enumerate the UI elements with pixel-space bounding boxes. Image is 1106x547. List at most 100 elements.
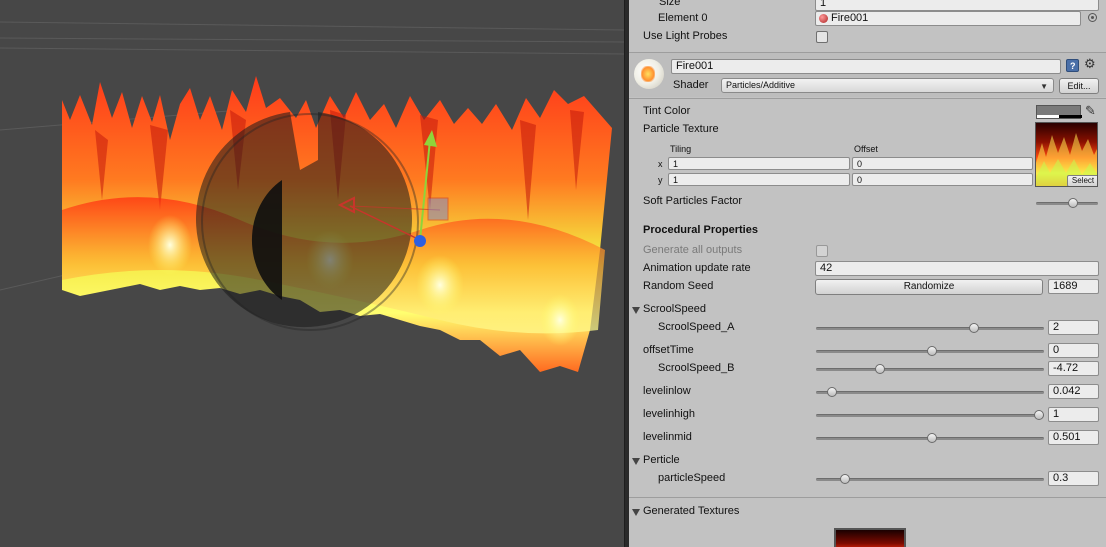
offset-y-field[interactable]: 0 xyxy=(852,173,1033,186)
tiling-y-field[interactable]: 1 xyxy=(668,173,850,186)
offset-label: Offset xyxy=(854,144,878,154)
particle-texture-label: Particle Texture xyxy=(643,123,719,135)
material-preview-icon xyxy=(634,59,664,89)
y-label: y xyxy=(658,175,663,185)
slider-row: levelinlow 0.042 xyxy=(629,383,1106,401)
slider-row: levelinmid 0.501 xyxy=(629,429,1106,447)
slider-thumb[interactable] xyxy=(826,387,837,397)
slider-thumb[interactable] xyxy=(927,346,938,356)
perticle-group[interactable]: Perticle xyxy=(629,452,1106,470)
slider-value-field[interactable]: 0.042 xyxy=(1048,384,1099,399)
material-name-field[interactable]: Fire001 xyxy=(671,59,1061,74)
scene-canvas[interactable] xyxy=(0,0,624,547)
offset-x-field[interactable]: 0 xyxy=(852,157,1033,170)
procedural-header: Procedural Properties xyxy=(643,224,758,236)
slider-thumb[interactable] xyxy=(874,364,885,374)
particle-texture-thumbnail[interactable]: Select xyxy=(1035,122,1098,187)
shader-value: Particles/Additive xyxy=(726,80,796,90)
light-probes-row: Use Light Probes xyxy=(629,28,1106,46)
slider-label: ScroolSpeed_B xyxy=(658,362,735,374)
slider-value-field[interactable]: 0 xyxy=(1048,343,1099,358)
slider-row: ScroolSpeed_B -4.72 xyxy=(629,360,1106,378)
scene-view[interactable] xyxy=(0,0,624,547)
chevron-down-icon: ▼ xyxy=(1040,82,1048,91)
slider-thumb[interactable] xyxy=(968,323,979,333)
slider-label: offsetTime xyxy=(643,344,694,356)
section-divider xyxy=(629,98,1106,99)
soft-particles-slider[interactable] xyxy=(1036,202,1098,205)
slider-track[interactable] xyxy=(816,368,1044,371)
slider-value-field[interactable]: -4.72 xyxy=(1048,361,1099,376)
gear-icon[interactable]: ⚙ xyxy=(1084,56,1096,72)
generated-textures-group[interactable]: Generated Textures xyxy=(629,503,1106,521)
generate-all-label: Generate all outputs xyxy=(643,244,743,256)
tint-color-swatch[interactable] xyxy=(1036,105,1082,119)
object-picker-icon[interactable] xyxy=(1088,13,1097,22)
gizmo-z-axis-icon[interactable] xyxy=(414,235,426,247)
soft-particles-slider-thumb[interactable] xyxy=(1068,198,1079,208)
help-book-icon[interactable]: ? xyxy=(1066,59,1079,72)
slider-thumb[interactable] xyxy=(1034,410,1044,420)
foldout-arrow-icon[interactable] xyxy=(632,458,640,465)
slider-track[interactable] xyxy=(816,478,1044,481)
random-seed-label: Random Seed xyxy=(643,280,714,292)
slider-thumb[interactable] xyxy=(839,474,850,484)
slider-track[interactable] xyxy=(816,414,1044,417)
slider-row: ScroolSpeed_A 2 xyxy=(629,319,1106,337)
anim-rate-field[interactable]: 42 xyxy=(815,261,1099,276)
light-probes-checkbox[interactable] xyxy=(816,31,828,43)
element0-label: Element 0 xyxy=(658,12,708,24)
soft-particles-row: Soft Particles Factor xyxy=(629,193,1106,211)
eyedropper-icon[interactable]: ✎ xyxy=(1085,103,1096,119)
slider-thumb[interactable] xyxy=(927,433,938,443)
slider-row: levelinhigh 1 xyxy=(629,406,1106,424)
texture-select-button[interactable]: Select xyxy=(1067,175,1097,186)
soft-particles-label: Soft Particles Factor xyxy=(643,195,743,207)
slider-value-field[interactable]: 0.3 xyxy=(1048,471,1099,486)
slider-value-field[interactable]: 2 xyxy=(1048,320,1099,335)
slider-label: levelinhigh xyxy=(643,408,695,420)
tiling-x-field[interactable]: 1 xyxy=(668,157,850,170)
tint-color-row: Tint Color ✎ xyxy=(629,103,1106,121)
slider-track[interactable] xyxy=(816,391,1044,394)
slider-row: particleSpeed 0.3 xyxy=(629,470,1106,488)
slider-row: offsetTime 0 xyxy=(629,342,1106,360)
edit-shader-button[interactable]: Edit... xyxy=(1059,78,1099,94)
generated-texture-thumbnail[interactable] xyxy=(834,528,906,547)
anim-rate-row: Animation update rate 42 xyxy=(629,260,1106,278)
slider-value-field[interactable]: 0.501 xyxy=(1048,430,1099,445)
randomize-button[interactable]: Randomize xyxy=(815,279,1043,295)
tint-color-label: Tint Color xyxy=(643,105,691,117)
gizmo-plane-handle[interactable] xyxy=(427,197,449,221)
slider-value-field[interactable]: 1 xyxy=(1048,407,1099,422)
anim-rate-label: Animation update rate xyxy=(643,262,751,274)
size-label: Size xyxy=(659,0,681,8)
x-label: x xyxy=(658,159,663,169)
foldout-arrow-icon[interactable] xyxy=(632,307,640,314)
slider-label: ScroolSpeed_A xyxy=(658,321,735,333)
inspector-panel: Size 1 Element 0 Fire001 Use Light Probe… xyxy=(629,0,1106,547)
material-sphere-icon xyxy=(819,14,828,23)
tiling-label: Tiling xyxy=(670,144,692,154)
element0-row: Element 0 Fire001 xyxy=(629,10,1106,28)
slider-track[interactable] xyxy=(816,327,1044,330)
light-probes-label: Use Light Probes xyxy=(643,30,728,42)
foldout-arrow-icon[interactable] xyxy=(632,509,640,516)
generate-all-checkbox[interactable] xyxy=(816,245,828,257)
editor-window: Size 1 Element 0 Fire001 Use Light Probe… xyxy=(0,0,1106,547)
generate-all-row: Generate all outputs xyxy=(629,242,1106,260)
random-seed-field[interactable]: 1689 xyxy=(1048,279,1099,294)
generated-textures-label: Generated Textures xyxy=(643,505,740,517)
scroolspeed-group-label: ScroolSpeed xyxy=(643,303,706,315)
shader-dropdown[interactable]: Particles/Additive ▼ xyxy=(721,78,1054,93)
slider-label: particleSpeed xyxy=(658,472,726,484)
material-header: Fire001 ? ⚙ Shader Particles/Additive ▼ … xyxy=(629,53,1106,97)
element0-field[interactable]: Fire001 xyxy=(815,11,1081,26)
perticle-group-label: Perticle xyxy=(643,454,680,466)
scroolspeed-group[interactable]: ScroolSpeed xyxy=(629,301,1106,319)
shader-label: Shader xyxy=(673,79,709,91)
element0-value: Fire001 xyxy=(831,12,869,24)
random-seed-row: Random Seed Randomize 1689 xyxy=(629,278,1106,296)
section-divider xyxy=(629,497,1106,498)
slider-label: levelinmid xyxy=(643,431,692,443)
